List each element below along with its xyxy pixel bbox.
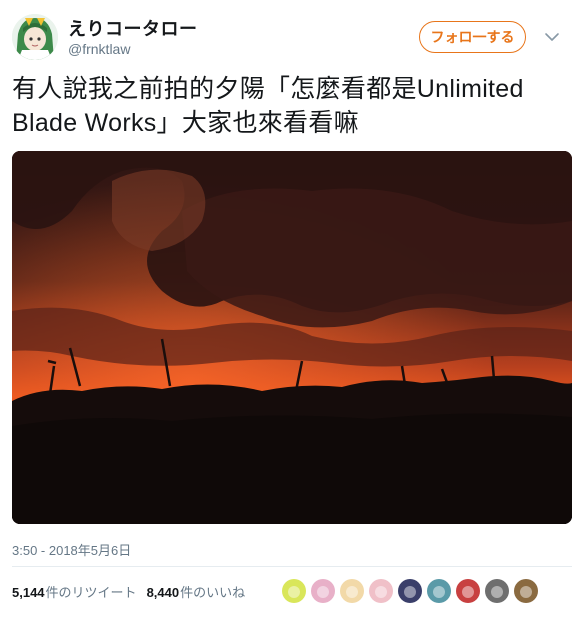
liker-avatar[interactable]	[485, 579, 509, 603]
tweet-timestamp[interactable]: 3:50 - 2018年5月6日	[12, 540, 131, 559]
liker-avatar[interactable]	[340, 579, 364, 603]
avatar-icon	[346, 586, 358, 598]
likes-count: 8,440	[146, 585, 180, 600]
sunset-photo-image	[12, 151, 572, 524]
likes-label: 件のいいね	[180, 585, 246, 600]
tweet-photo[interactable]	[12, 151, 572, 524]
display-name[interactable]: えりコータロー	[68, 15, 198, 41]
avatar-icon	[288, 586, 300, 598]
retweets-stat[interactable]: 5,144 件のリツイート	[12, 582, 137, 601]
divider	[12, 566, 572, 567]
anime-character-avatar-icon	[12, 14, 58, 60]
avatar-icon	[375, 586, 387, 598]
retweets-label: 件のリツイート	[45, 585, 137, 600]
liker-avatar[interactable]	[311, 579, 335, 603]
avatar-icon	[491, 586, 503, 598]
avatar-icon	[462, 586, 474, 598]
avatar-icon	[317, 586, 329, 598]
user-handle[interactable]: @frnktlaw	[68, 41, 130, 57]
tweet-stats: 5,144 件のリツイート 8,440 件のいいね	[12, 582, 245, 601]
tweet-card: えりコータロー @frnktlaw フォロ一する 有人說我之前拍的夕陽「怎麼看都…	[0, 0, 583, 618]
avatar-icon	[433, 586, 445, 598]
user-avatar[interactable]	[12, 14, 58, 60]
avatar-icon	[404, 586, 416, 598]
avatar-icon	[520, 586, 532, 598]
liker-avatar[interactable]	[398, 579, 422, 603]
likes-stat[interactable]: 8,440 件のいいね	[147, 582, 246, 601]
liker-avatar[interactable]	[369, 579, 393, 603]
liker-avatar[interactable]	[427, 579, 451, 603]
liker-avatar[interactable]	[514, 579, 538, 603]
follow-button[interactable]: フォロ一する	[419, 21, 526, 53]
liker-avatar[interactable]	[282, 579, 306, 603]
chevron-down-icon	[545, 33, 559, 41]
more-options-button[interactable]	[542, 27, 562, 47]
retweets-count: 5,144	[12, 585, 45, 600]
likers-avatars	[282, 579, 543, 603]
liker-avatar[interactable]	[456, 579, 480, 603]
tweet-text: 有人說我之前拍的夕陽「怎麼看都是Unlimited Blade Works」大家…	[12, 75, 524, 137]
